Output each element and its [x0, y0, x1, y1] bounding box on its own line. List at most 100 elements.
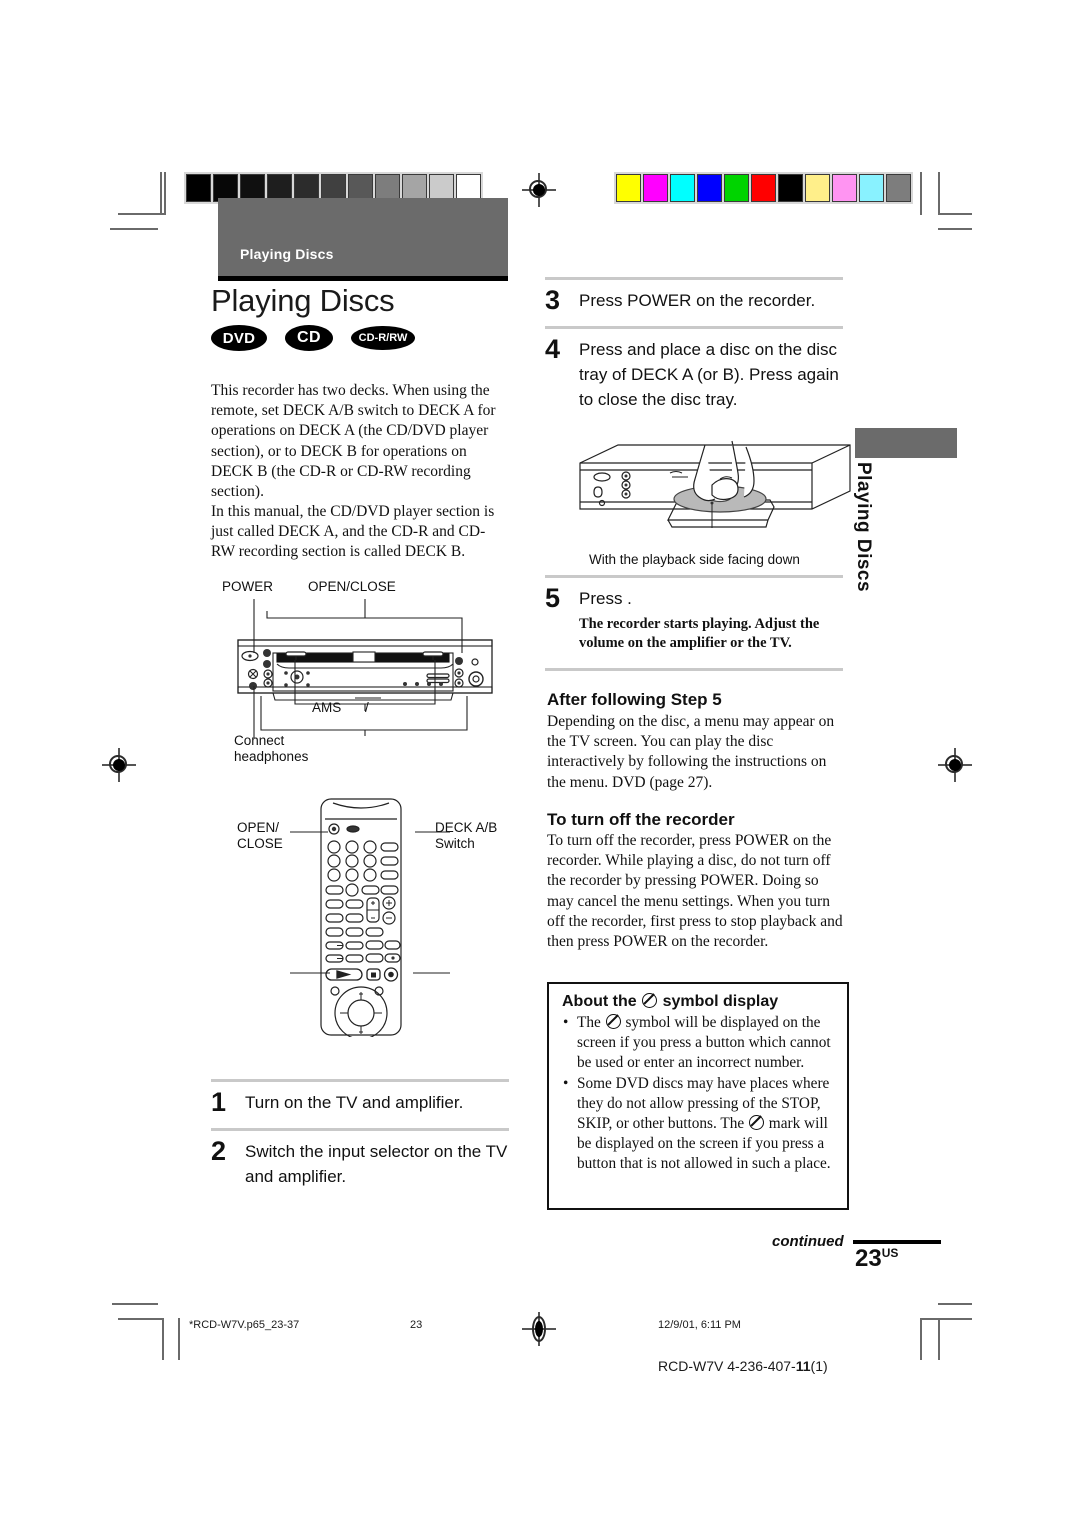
color-swatch [616, 174, 641, 202]
step-4: 4 Press and place a disc on the disc tra… [545, 326, 843, 412]
page-number-value: 23 [855, 1245, 882, 1272]
crop-mark-top-left-v2 [160, 172, 162, 215]
step-4-number: 4 [545, 334, 561, 364]
crop-mark-bottom-left-h2 [118, 1318, 164, 1320]
note-box-heading: About the symbol display [562, 993, 835, 1011]
step-1: 1 Turn on the TV and amplifier. [211, 1079, 509, 1117]
cd-rw-badge-icon: CD-R/RW [351, 326, 415, 350]
disc-tray-svg [579, 440, 851, 528]
crop-mark-top-left-h [118, 213, 166, 215]
side-tab-block [855, 428, 957, 458]
note-box-bullet-list: The symbol will be displayed on the scre… [562, 1013, 835, 1174]
color-swatch [805, 174, 830, 202]
remote-leader-lines [290, 826, 450, 986]
crop-mark-top-right-h2 [938, 228, 972, 230]
note-heading-before: About the [562, 993, 637, 1010]
disc-tray-figure [560, 425, 860, 550]
color-calibration-bar [614, 172, 913, 204]
recorder-label-ams-slash: / [365, 700, 369, 715]
step-2-text: Switch the input selector on the TV and … [245, 1142, 508, 1186]
footer-timestamp: 12/9/01, 6:11 PM [658, 1319, 741, 1331]
step-3: 3 Press POWER on the recorder. [545, 277, 843, 315]
crop-mark-top-left-v [164, 172, 166, 215]
recorder-label-open-close: OPEN/CLOSE [308, 579, 396, 594]
cd-badge-icon: CD [285, 325, 333, 351]
crop-mark-bottom-left-v2 [178, 1318, 180, 1360]
prohibited-symbol-icon [605, 1014, 621, 1029]
footer-sheet-page: 23 [410, 1319, 423, 1331]
color-swatch [859, 174, 884, 202]
crop-mark-bottom-right-h2 [920, 1318, 972, 1320]
color-swatch [724, 174, 749, 202]
color-swatch [832, 174, 857, 202]
turn-off-body: To turn off the recorder, press POWER on… [547, 832, 843, 951]
recorder-label-power: POWER [222, 579, 274, 594]
color-swatch [670, 174, 695, 202]
turn-off-heading: To turn off the recorder [547, 810, 735, 829]
disc-tray-caption: With the playback side facing down [589, 552, 800, 567]
step-5: 5 Press . The recorder starts playing. A… [545, 575, 843, 653]
color-swatch [697, 174, 722, 202]
footer-file-name: *RCD-W7V.p65_23-37 [189, 1319, 300, 1331]
chapter-tab-label: Playing Discs [240, 246, 334, 262]
recorder-label-ams: AMS [312, 700, 342, 715]
continued-label: continued [772, 1233, 844, 1250]
registration-mark-right-middle [938, 748, 972, 782]
step-5-number: 5 [545, 583, 561, 613]
intro-paragraph-2: In this manual, the CD/DVD player sectio… [211, 503, 495, 561]
dvd-badge-icon: DVD [211, 325, 267, 351]
side-tab-label: Playing Discs [853, 462, 874, 593]
crop-mark-bottom-left-h [112, 1303, 158, 1305]
step-2: 2 Switch the input selector on the TV an… [211, 1128, 509, 1189]
color-swatch [643, 174, 668, 202]
doc-code-prefix: RCD-W7V 4-236-407- [658, 1358, 796, 1374]
registration-mark-top-center [522, 173, 556, 207]
grayscale-swatch [186, 174, 211, 202]
chapter-tab-underline [218, 276, 508, 281]
note-heading-after: symbol display [662, 993, 779, 1010]
footer-document-code: RCD-W7V 4-236-407-11(1) [658, 1358, 828, 1374]
intro-paragraph-1: This recorder has two decks. When using … [211, 382, 496, 501]
doc-code-suffix: (1) [810, 1358, 828, 1374]
crop-mark-top-right-v2 [938, 172, 940, 215]
step-5-text: Press . [579, 589, 632, 608]
prohibited-symbol-icon [642, 993, 658, 1008]
crop-mark-bottom-left-v [162, 1318, 164, 1360]
color-swatch [778, 174, 803, 202]
crop-mark-bottom-right-h [938, 1303, 972, 1305]
step-3-number: 3 [545, 285, 561, 315]
crop-mark-top-right-h [938, 213, 972, 215]
after-step-heading: After following Step 5 [547, 690, 722, 709]
after-step-body: Depending on the disc, a menu may appear… [547, 713, 835, 791]
step-1-number: 1 [211, 1087, 227, 1117]
media-type-badges: DVD CD CD-R/RW [211, 325, 415, 351]
crop-mark-bottom-right-v [920, 1318, 922, 1360]
step-5-bottom-divider [545, 668, 843, 671]
recorder-label-connect-headphones: Connect headphones [234, 733, 309, 764]
doc-code-bold: 11 [795, 1358, 811, 1374]
remote-label-open-close: OPEN/ CLOSE [237, 820, 283, 851]
note-bullet-1-before: The [577, 1014, 601, 1031]
crop-mark-bottom-right-v2 [938, 1318, 940, 1360]
crop-mark-top-right-v [920, 172, 922, 215]
page-number-rule [853, 1240, 941, 1244]
page-number: 23US [855, 1245, 898, 1273]
registration-mark-bottom-center [522, 1312, 556, 1346]
symbol-display-note-box: About the symbol display The symbol will… [547, 982, 849, 1210]
note-bullet-2: Some DVD discs may have places where the… [562, 1074, 835, 1174]
chapter-tab-banner: Playing Discs [218, 198, 508, 276]
page-number-region: US [881, 1246, 899, 1260]
step-4-text: Press and place a disc on the disc tray … [579, 340, 839, 409]
step-2-number: 2 [211, 1136, 227, 1166]
step-3-text: Press POWER on the recorder. [579, 291, 816, 310]
page-title: Playing Discs [211, 283, 395, 318]
step-5-subtext: The recorder starts playing. Adjust the … [579, 616, 820, 651]
color-swatch [751, 174, 776, 202]
color-swatch [886, 174, 911, 202]
step-1-text: Turn on the TV and amplifier. [245, 1093, 464, 1112]
note-bullet-1: The symbol will be displayed on the scre… [562, 1013, 835, 1073]
manual-page: Playing Discs Playing Discs DVD CD CD-R/… [0, 0, 1080, 1528]
prohibited-symbol-icon [748, 1115, 764, 1130]
registration-mark-left-middle [102, 748, 136, 782]
crop-mark-top-left-h2 [110, 228, 158, 230]
